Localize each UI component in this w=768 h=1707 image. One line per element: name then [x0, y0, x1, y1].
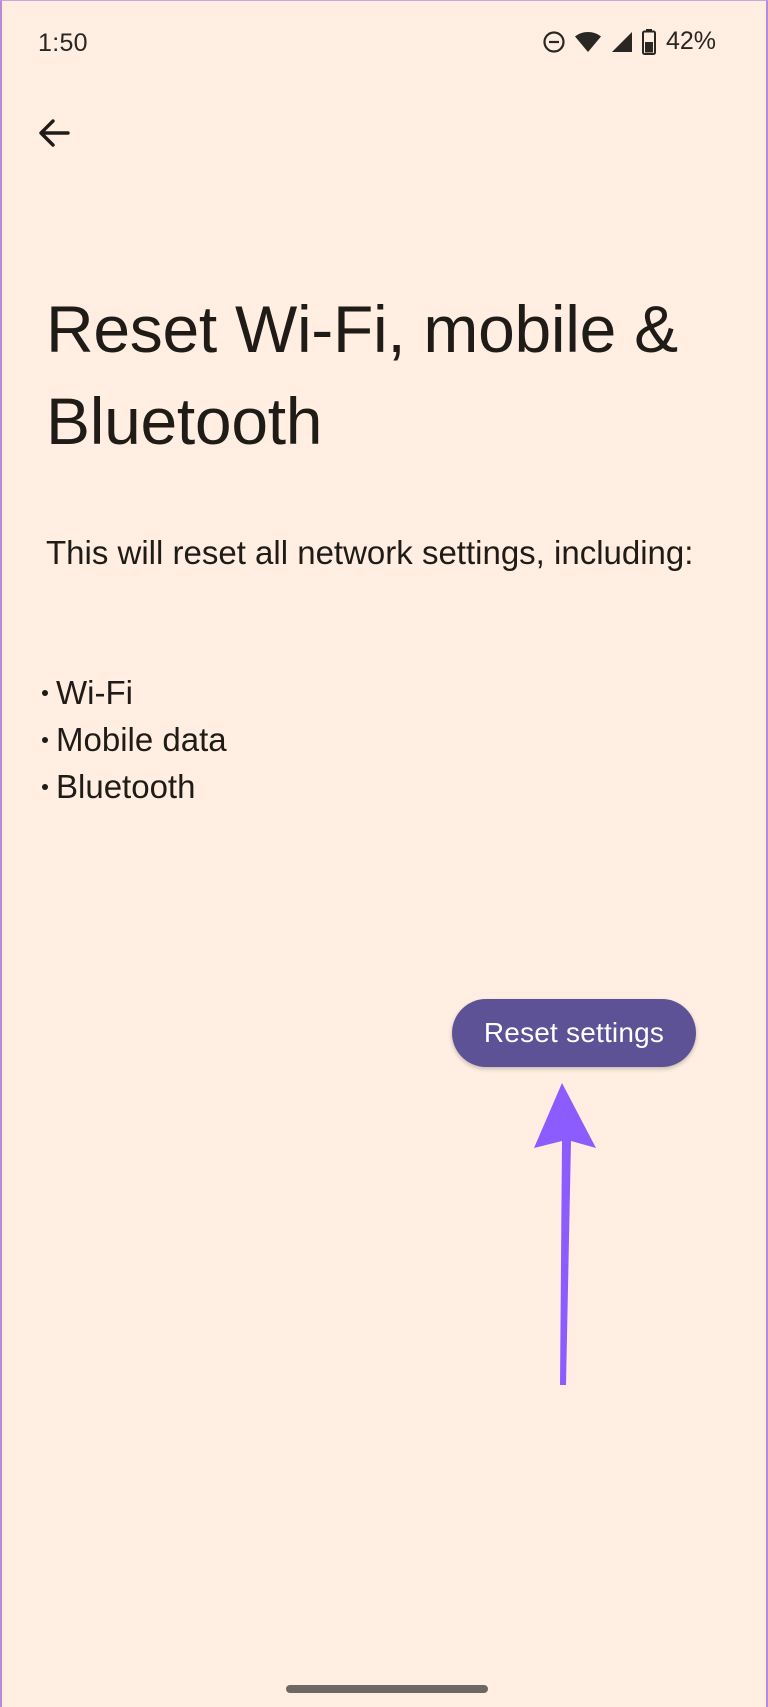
gesture-nav-handle[interactable] — [286, 1685, 488, 1693]
do-not-disturb-icon — [542, 30, 566, 54]
bullet-icon — [42, 783, 48, 790]
bullet-icon — [42, 736, 48, 743]
list-item-label: Wi-Fi — [56, 674, 133, 711]
list-item-label: Mobile data — [56, 721, 227, 758]
page-title: Reset Wi-Fi, mobile & Bluetooth — [46, 292, 678, 458]
arrow-back-icon — [37, 116, 71, 155]
bullet-icon — [42, 689, 48, 696]
reset-items-list: Wi-Fi Mobile data Bluetooth — [42, 669, 227, 810]
list-item: Bluetooth — [42, 763, 227, 810]
list-item: Mobile data — [42, 716, 227, 763]
back-button[interactable] — [30, 111, 78, 159]
description-text: This will reset all network settings, in… — [46, 534, 694, 571]
status-bar: 1:50 42% — [2, 1, 766, 87]
reset-settings-button[interactable]: Reset settings — [452, 999, 696, 1067]
wifi-icon — [574, 30, 602, 54]
cellular-signal-icon — [610, 30, 634, 54]
status-icons: 42% — [542, 27, 716, 56]
list-item: Wi-Fi — [42, 669, 227, 716]
list-item-label: Bluetooth — [56, 768, 196, 805]
battery-icon — [641, 28, 656, 55]
status-time: 1:50 — [38, 29, 88, 57]
battery-percent: 42% — [665, 27, 716, 55]
annotation-arrow-icon — [530, 1081, 610, 1391]
